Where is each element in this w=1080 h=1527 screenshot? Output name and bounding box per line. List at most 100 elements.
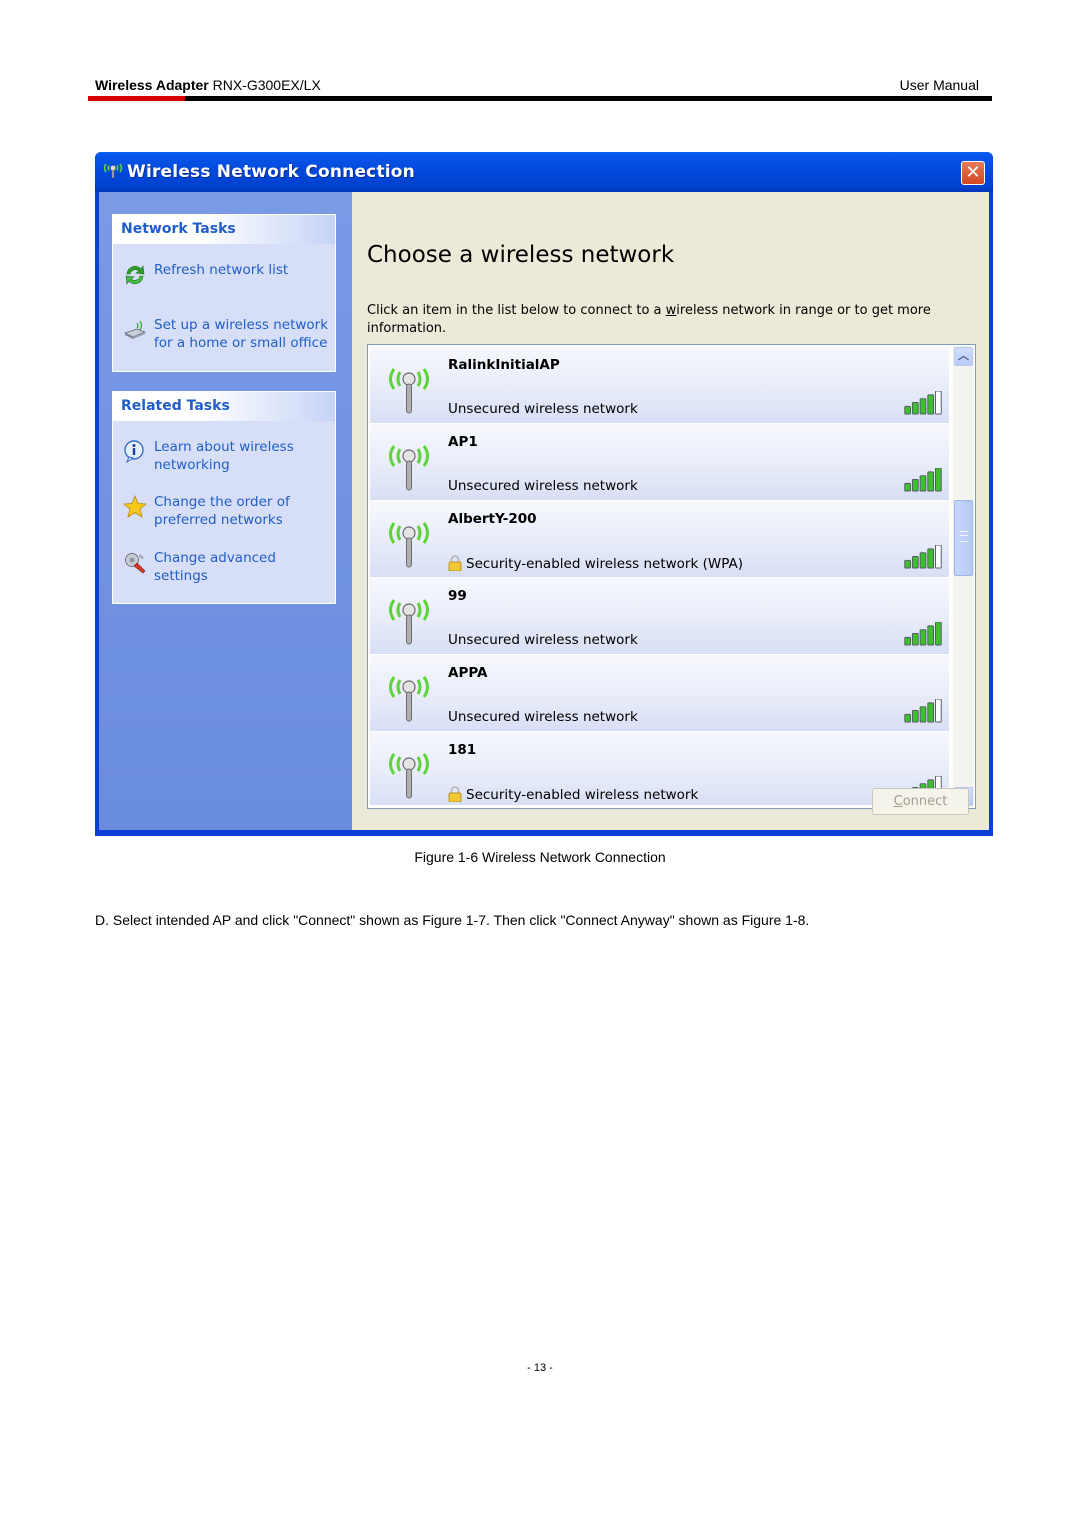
- scroll-thumb[interactable]: [954, 500, 973, 576]
- signal-strength-icon: [904, 699, 942, 723]
- network-security-status: Unsecured wireless network: [448, 478, 638, 494]
- figure-caption: Figure 1-6 Wireless Network Connection: [414, 849, 666, 865]
- scroll-grip-icon: [960, 531, 968, 542]
- network-name: AlbertY-200: [448, 511, 537, 527]
- title-bar[interactable]: Wireless Network Connection ✕: [95, 152, 993, 192]
- close-button[interactable]: ✕: [961, 161, 985, 185]
- network-security-status: Security-enabled wireless network (WPA): [448, 555, 743, 572]
- signal-bar: [935, 699, 942, 723]
- signal-bar: [927, 625, 935, 646]
- wireless-antenna-icon: [389, 676, 429, 722]
- network-list-item[interactable]: AlbertY-200 Security-enabled wireless net…: [370, 501, 949, 578]
- network-status-text: Security-enabled wireless network: [466, 787, 699, 803]
- document-header: Wireless Adapter RNX-G300EX/LX User Manu…: [95, 77, 983, 97]
- star-icon: [123, 495, 147, 518]
- close-icon: ✕: [965, 162, 981, 183]
- wireless-setup-icon: [124, 320, 146, 339]
- network-status-text: Unsecured wireless network: [448, 401, 638, 417]
- instructions-part: Click an item in the list below to conne…: [367, 303, 666, 318]
- lock-icon: [448, 786, 462, 802]
- instruction-paragraph: D. Select intended AP and click "Connect…: [95, 912, 810, 928]
- network-list-item[interactable]: RalinkInitialAP Unsecured wireless networ…: [370, 347, 949, 424]
- signal-bar: [911, 479, 919, 492]
- network-status-text: Unsecured wireless network: [448, 632, 638, 648]
- signal-bar: [935, 391, 942, 415]
- connect-button[interactable]: Connect: [872, 788, 969, 815]
- network-list-scrollbar[interactable]: ︿ ﹀: [953, 346, 974, 807]
- network-status-text: Unsecured wireless network: [448, 478, 638, 494]
- related-tasks-panel: Related Tasks Learn about wireless netwo…: [112, 391, 336, 604]
- task-sidebar: Network Tasks Refresh network list Set u…: [99, 192, 352, 830]
- signal-bar: [935, 468, 942, 492]
- instructions-text: Click an item in the list below to conne…: [367, 302, 947, 338]
- connect-label: onnect: [902, 794, 948, 809]
- network-status-text: Unsecured wireless network: [448, 709, 638, 725]
- wireless-antenna-icon: [103, 163, 123, 179]
- learn-about-wireless-label: Learn about wireless networking: [154, 439, 294, 473]
- network-tasks-heading[interactable]: Network Tasks: [113, 215, 335, 244]
- network-list-items: RalinkInitialAP Unsecured wireless networ…: [370, 347, 949, 805]
- signal-strength-icon: [904, 468, 942, 492]
- product-label: Wireless Adapter: [95, 77, 209, 93]
- signal-bar: [911, 710, 919, 723]
- change-advanced-settings-label: Change advanced settings: [154, 550, 276, 584]
- page-number: - 13 -: [527, 1362, 553, 1374]
- wireless-network-connection-window: Wireless Network Connection ✕ Network Ta…: [95, 152, 993, 836]
- network-security-status: Unsecured wireless network: [448, 632, 638, 648]
- network-list-item[interactable]: APPA Unsecured wireless network: [370, 655, 949, 732]
- network-name: 181: [448, 742, 477, 758]
- product-name: Wireless Adapter RNX-G300EX/LX: [95, 77, 321, 93]
- signal-bar: [927, 548, 935, 569]
- network-name: AP1: [448, 434, 478, 450]
- network-name: APPA: [448, 665, 488, 681]
- network-list-item[interactable]: 99 Unsecured wireless network: [370, 578, 949, 655]
- network-list-item[interactable]: 181 Security-enabled wireless network: [370, 732, 949, 805]
- header-rule: [88, 96, 992, 101]
- signal-bar: [919, 398, 927, 415]
- header-rule-accent: [88, 96, 185, 101]
- signal-bar: [904, 482, 911, 492]
- network-status-text: Security-enabled wireless network (WPA): [466, 556, 743, 572]
- related-tasks-heading[interactable]: Related Tasks: [113, 392, 335, 421]
- wireless-antenna-icon: [389, 445, 429, 491]
- signal-bar: [904, 405, 911, 415]
- network-name: 99: [448, 588, 467, 604]
- signal-bar: [911, 402, 919, 415]
- signal-bar: [904, 636, 911, 646]
- signal-bar: [904, 713, 911, 723]
- signal-strength-icon: [904, 622, 942, 646]
- setup-wireless-network-label: Set up a wireless network for a home or …: [154, 317, 329, 351]
- signal-bar: [927, 471, 935, 492]
- chevron-up-icon: ︿: [958, 350, 969, 362]
- network-name: RalinkInitialAP: [448, 357, 560, 373]
- signal-bar: [935, 545, 942, 569]
- wireless-antenna-icon: [389, 368, 429, 414]
- network-tasks-panel: Network Tasks Refresh network list Set u…: [112, 214, 336, 372]
- signal-bar: [935, 622, 942, 646]
- wireless-antenna-icon: [389, 522, 429, 568]
- signal-strength-icon: [904, 391, 942, 415]
- change-preferred-order-label: Change the order of preferred networks: [154, 494, 290, 528]
- network-list-item[interactable]: AP1 Unsecured wireless network: [370, 424, 949, 501]
- settings-icon: [125, 553, 146, 574]
- connect-accel: C: [893, 794, 903, 809]
- refresh-icon: [125, 265, 145, 285]
- signal-bar: [911, 633, 919, 646]
- signal-bar: [919, 552, 927, 569]
- instructions-accel: w: [665, 303, 677, 318]
- signal-bar: [927, 702, 935, 723]
- scroll-up-button[interactable]: ︿: [954, 347, 973, 366]
- window-client-area: Network Tasks Refresh network list Set u…: [99, 192, 989, 830]
- wireless-antenna-icon: [389, 753, 429, 799]
- refresh-network-list-label: Refresh network list: [154, 262, 289, 278]
- page-title: Choose a wireless network: [367, 242, 675, 268]
- info-icon: [124, 440, 144, 464]
- network-list[interactable]: RalinkInitialAP Unsecured wireless networ…: [367, 344, 976, 809]
- signal-bar: [919, 629, 927, 646]
- product-model: RNX-G300EX/LX: [208, 77, 321, 93]
- lock-icon: [448, 555, 462, 571]
- window-title: Wireless Network Connection: [127, 162, 415, 182]
- signal-bar: [904, 559, 911, 569]
- signal-bar: [919, 706, 927, 723]
- signal-strength-icon: [904, 545, 942, 569]
